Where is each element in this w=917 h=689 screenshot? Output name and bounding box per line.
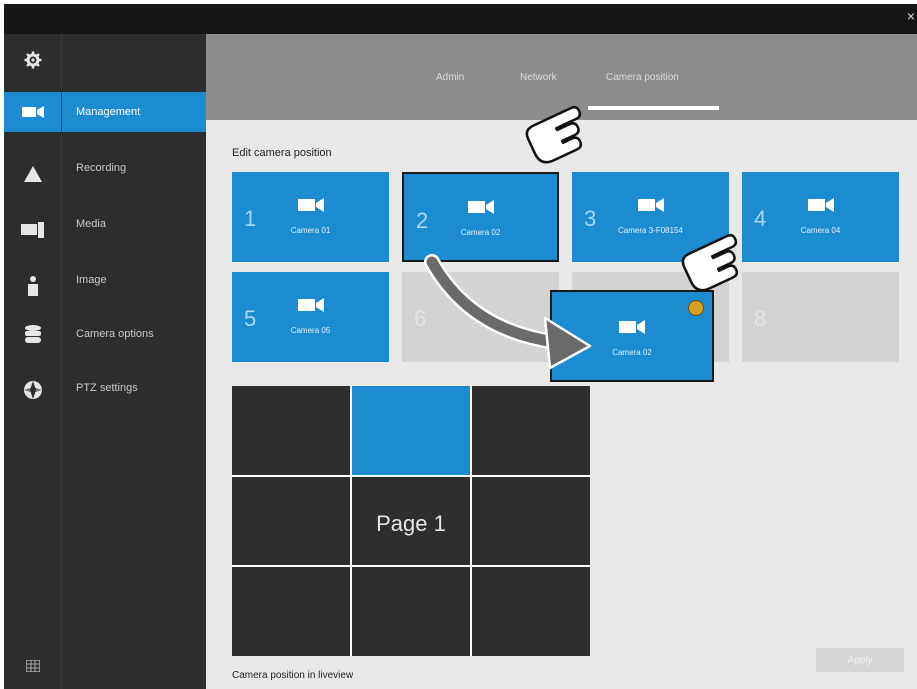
sidebar-item-recording[interactable]: Recording [62, 148, 207, 188]
page-label: Page 1 [376, 511, 446, 536]
tab-camera-position[interactable]: Camera position [606, 72, 679, 83]
drag-badge-icon [688, 300, 704, 316]
tile-camera-name: Camera 04 [800, 226, 841, 235]
grid-cell[interactable] [232, 567, 350, 656]
tile-number: 8 [754, 306, 767, 331]
camera-icon [467, 200, 494, 219]
alert-icon[interactable] [4, 154, 61, 194]
camera-tile-4[interactable]: 4 Camera 04 [742, 172, 899, 262]
grid-cell[interactable] [352, 567, 470, 656]
sidebar-item-image[interactable]: Image [62, 260, 207, 300]
camera-tile-3[interactable]: 3 Camera 3-F08154 [572, 172, 729, 262]
grid-cell[interactable] [472, 567, 590, 656]
apply-button[interactable]: Apply [816, 648, 904, 672]
camera-tile-6[interactable]: 6 [402, 272, 559, 362]
camera-icon [297, 198, 324, 217]
active-tab-indicator [588, 106, 719, 110]
camera-icon [619, 320, 645, 339]
icon-rail [4, 34, 61, 689]
camera-icon[interactable] [4, 92, 61, 132]
settings-gear-icon[interactable] [4, 40, 61, 80]
sidebar-item-media[interactable]: Media [62, 204, 207, 244]
camera-tile-5[interactable]: 5 Camera 05 [232, 272, 389, 362]
tile-camera-name: Camera 02 [612, 348, 652, 357]
tab-bar: Admin Network Camera position [206, 34, 917, 120]
person-icon[interactable] [4, 266, 61, 306]
section-title: Edit camera position [232, 147, 332, 159]
tile-camera-name: Camera 05 [290, 326, 331, 335]
grid-cell[interactable] [472, 386, 590, 475]
database-icon[interactable] [4, 314, 61, 354]
camera-icon [297, 298, 324, 317]
tab-network[interactable]: Network [520, 72, 557, 83]
media-icon[interactable] [4, 210, 61, 250]
sidebar-item-management[interactable]: Management [62, 92, 207, 132]
camera-tile-2[interactable]: 2 Camera 02 [402, 172, 559, 262]
close-icon[interactable]: × [905, 8, 917, 24]
tile-number: 6 [414, 306, 427, 331]
ptz-icon[interactable] [4, 370, 61, 410]
tile-camera-name: Camera 02 [460, 228, 501, 237]
grid-cell[interactable] [232, 386, 350, 475]
grid-icon[interactable] [4, 646, 61, 686]
camera-tile-8[interactable]: 8 [742, 272, 899, 362]
camera-tile-1[interactable]: 1 Camera 01 [232, 172, 389, 262]
liveview-caption: Camera position in liveview [232, 670, 354, 681]
app-window: × Management Recording Media Image Camer… [4, 4, 917, 689]
main-content: Admin Network Camera position Edit camer… [206, 34, 917, 689]
dragging-camera-tile[interactable]: Camera 02 [550, 290, 714, 382]
tab-admin[interactable]: Admin [436, 72, 464, 83]
title-bar: × [4, 4, 917, 34]
camera-icon [637, 198, 664, 217]
tile-camera-name: Camera 01 [290, 226, 331, 235]
sidebar-item-camera-options[interactable]: Camera options [62, 314, 207, 354]
tile-camera-name: Camera 3-F08154 [618, 226, 683, 235]
camera-icon [807, 198, 834, 217]
sidebar-menu: Management Recording Media Image Camera … [61, 34, 207, 689]
grid-cell-highlighted[interactable] [352, 386, 470, 475]
sidebar-item-ptz-settings[interactable]: PTZ settings [62, 368, 207, 408]
